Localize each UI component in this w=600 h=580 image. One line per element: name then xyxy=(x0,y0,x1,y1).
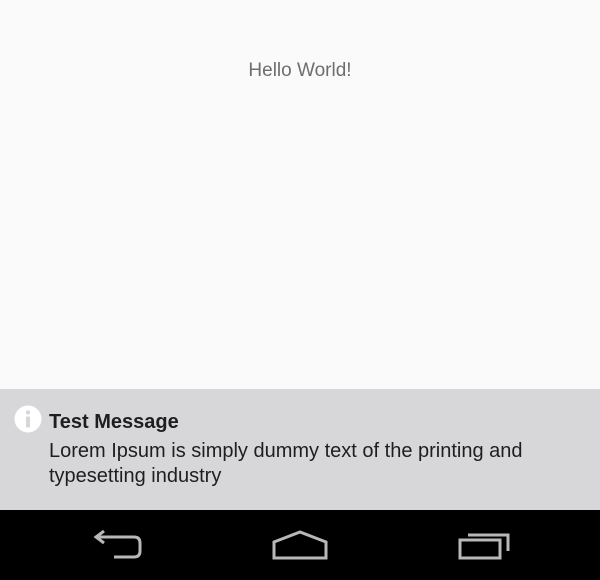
recents-button[interactable] xyxy=(445,516,525,574)
back-icon xyxy=(93,530,142,559)
back-button[interactable] xyxy=(76,516,156,574)
notification-body: Lorem Ipsum is simply dummy text of the … xyxy=(49,440,523,487)
hello-text: Hello World! xyxy=(248,60,352,81)
notification-title: Test Message xyxy=(49,411,179,433)
home-button[interactable] xyxy=(260,516,340,574)
main-content: Hello World! xyxy=(0,0,600,389)
home-icon xyxy=(272,530,328,560)
app-screen: Hello World! Test Message Lorem Ipsum is… xyxy=(0,0,600,580)
recents-icon xyxy=(458,533,510,560)
info-icon xyxy=(14,405,42,433)
